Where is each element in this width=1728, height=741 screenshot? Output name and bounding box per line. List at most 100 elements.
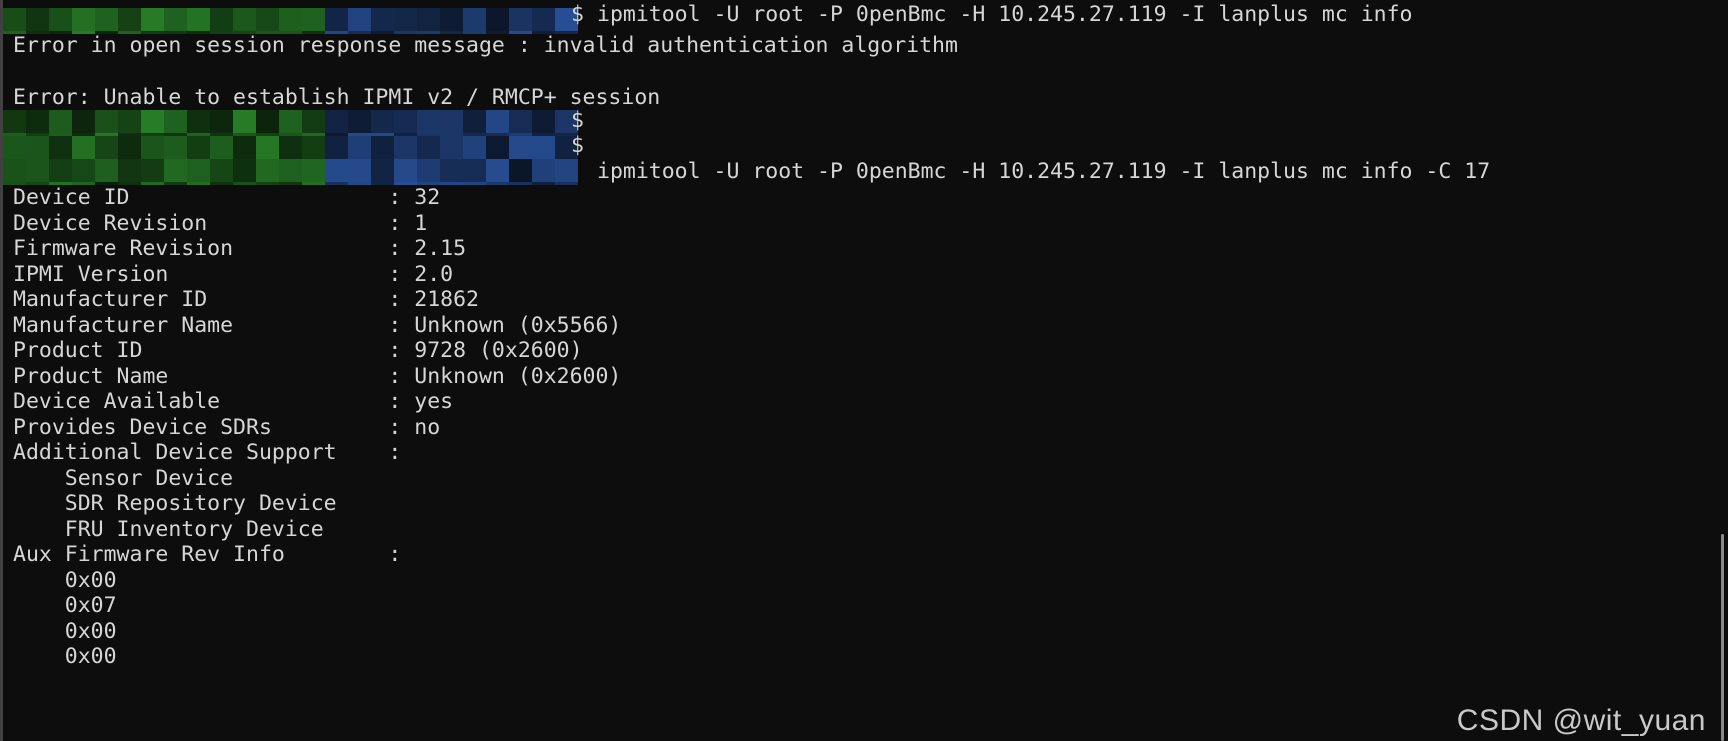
additional-device-support-item: FRU Inventory Device [13, 516, 324, 542]
prompt-symbol: $ [571, 108, 584, 133]
redaction-cell [463, 110, 486, 133]
redaction-cell [394, 8, 417, 31]
redacted-prompt-block [3, 136, 578, 185]
redaction-cell [348, 110, 371, 133]
command-line-1: ipmitool -U root -P 0penBmc -H 10.245.27… [597, 2, 1413, 27]
redaction-cell [164, 110, 187, 133]
redaction-cell [3, 136, 26, 159]
redaction-cell [49, 110, 72, 133]
redaction-cell [210, 8, 233, 31]
redaction-cell [302, 110, 325, 133]
additional-device-support-item: SDR Repository Device [13, 491, 337, 516]
mc-info-row: Firmware Revision : 2.15 [13, 236, 467, 261]
redaction-cell [440, 182, 463, 185]
redaction-cell [72, 110, 95, 133]
mc-info-row: Device Available : yes [13, 389, 454, 414]
redaction-cell [440, 159, 463, 182]
redaction-cell [26, 136, 49, 159]
mc-info-row: Device Revision : 1 [13, 210, 428, 236]
redaction-cell [486, 8, 509, 31]
mc-info-row: Manufacturer ID : 21862 [13, 287, 479, 312]
redaction-cell [463, 159, 486, 182]
redaction-cell [95, 136, 118, 159]
redaction-cell [164, 159, 187, 182]
mc-info-row: Product Name : Unknown (0x2600) [13, 363, 622, 389]
mc-info-row: Product ID : 9728 (0x2600) [13, 338, 583, 363]
redaction-cell [509, 136, 532, 159]
redacted-prompt-block [3, 110, 578, 136]
redaction-cell [440, 8, 463, 31]
aux-firmware-rev-label: Aux Firmware Rev Info : [13, 542, 402, 567]
redaction-cell [72, 8, 95, 31]
redaction-cell [95, 159, 118, 182]
redaction-cell [72, 159, 95, 182]
scrollbar[interactable] [1715, 0, 1728, 741]
redaction-cell [49, 159, 72, 182]
aux-firmware-rev-value: 0x00 [13, 618, 117, 644]
redaction-cell [532, 8, 555, 31]
aux-firmware-rev-value: 0x00 [13, 644, 117, 669]
mc-info-row: Manufacturer Name : Unknown (0x5566) [13, 312, 622, 338]
terminal-screen[interactable]: $ ipmitool -U root -P 0penBmc -H 10.245.… [0, 0, 1715, 741]
redaction-cell [49, 136, 72, 159]
redaction-cell [555, 159, 578, 182]
mc-info-row: Additional Device Support : [13, 440, 402, 465]
redaction-cell [72, 136, 95, 159]
redaction-cell [118, 136, 141, 159]
aux-firmware-rev-value: 0x07 [13, 593, 117, 618]
redaction-cell [348, 8, 371, 31]
redaction-cell [3, 159, 26, 182]
redaction-cell [509, 159, 532, 182]
redaction-cell [141, 8, 164, 31]
redaction-cell [394, 110, 417, 133]
redaction-cell [210, 159, 233, 182]
redaction-cell [325, 8, 348, 31]
redaction-cell [279, 110, 302, 133]
prompt-symbol: $ [571, 133, 584, 158]
redaction-cell [95, 8, 118, 31]
prompt-symbol: $ [571, 2, 584, 27]
redaction-cell [118, 8, 141, 31]
redaction-cell [49, 8, 72, 31]
additional-device-support-item: Sensor Device [13, 465, 234, 491]
redaction-cell [555, 182, 578, 185]
redaction-cell [3, 110, 26, 133]
mc-info-row: IPMI Version : 2.0 [13, 261, 454, 287]
redaction-cell [256, 136, 279, 159]
redaction-cell [509, 110, 532, 133]
redaction-cell [233, 159, 256, 182]
scrollbar-thumb[interactable] [1721, 534, 1724, 741]
redaction-cell [118, 159, 141, 182]
redaction-cell [279, 159, 302, 182]
redaction-cell [532, 136, 555, 159]
redaction-cell [532, 159, 555, 182]
redaction-cell [348, 136, 371, 159]
redaction-cell [233, 8, 256, 31]
redaction-cell [187, 136, 210, 159]
redaction-cell [371, 159, 394, 182]
redaction-cell [210, 136, 233, 159]
redaction-cell [141, 136, 164, 159]
terminal-window: $ ipmitool -U root -P 0penBmc -H 10.245.… [0, 0, 1728, 741]
mc-info-row: Provides Device SDRs : no [13, 414, 441, 440]
redaction-cell [371, 136, 394, 159]
redaction-cell [440, 136, 463, 159]
redaction-cell [302, 159, 325, 182]
redaction-cell [348, 159, 371, 182]
redaction-cell [371, 110, 394, 133]
redaction-cell [486, 136, 509, 159]
redaction-cell [509, 182, 532, 185]
redaction-cell [486, 159, 509, 182]
redaction-cell [164, 8, 187, 31]
mc-info-row: Device ID : 32 [13, 185, 441, 210]
redaction-cell [256, 159, 279, 182]
redaction-cell [417, 8, 440, 31]
redaction-cell [256, 8, 279, 31]
redaction-cell [256, 110, 279, 133]
redaction-cell [141, 159, 164, 182]
error-line-1: Error in open session response message :… [13, 33, 958, 58]
redaction-cell [95, 110, 118, 133]
redaction-cell [279, 136, 302, 159]
redaction-cell [26, 159, 49, 182]
aux-firmware-rev-value: 0x00 [13, 567, 117, 593]
